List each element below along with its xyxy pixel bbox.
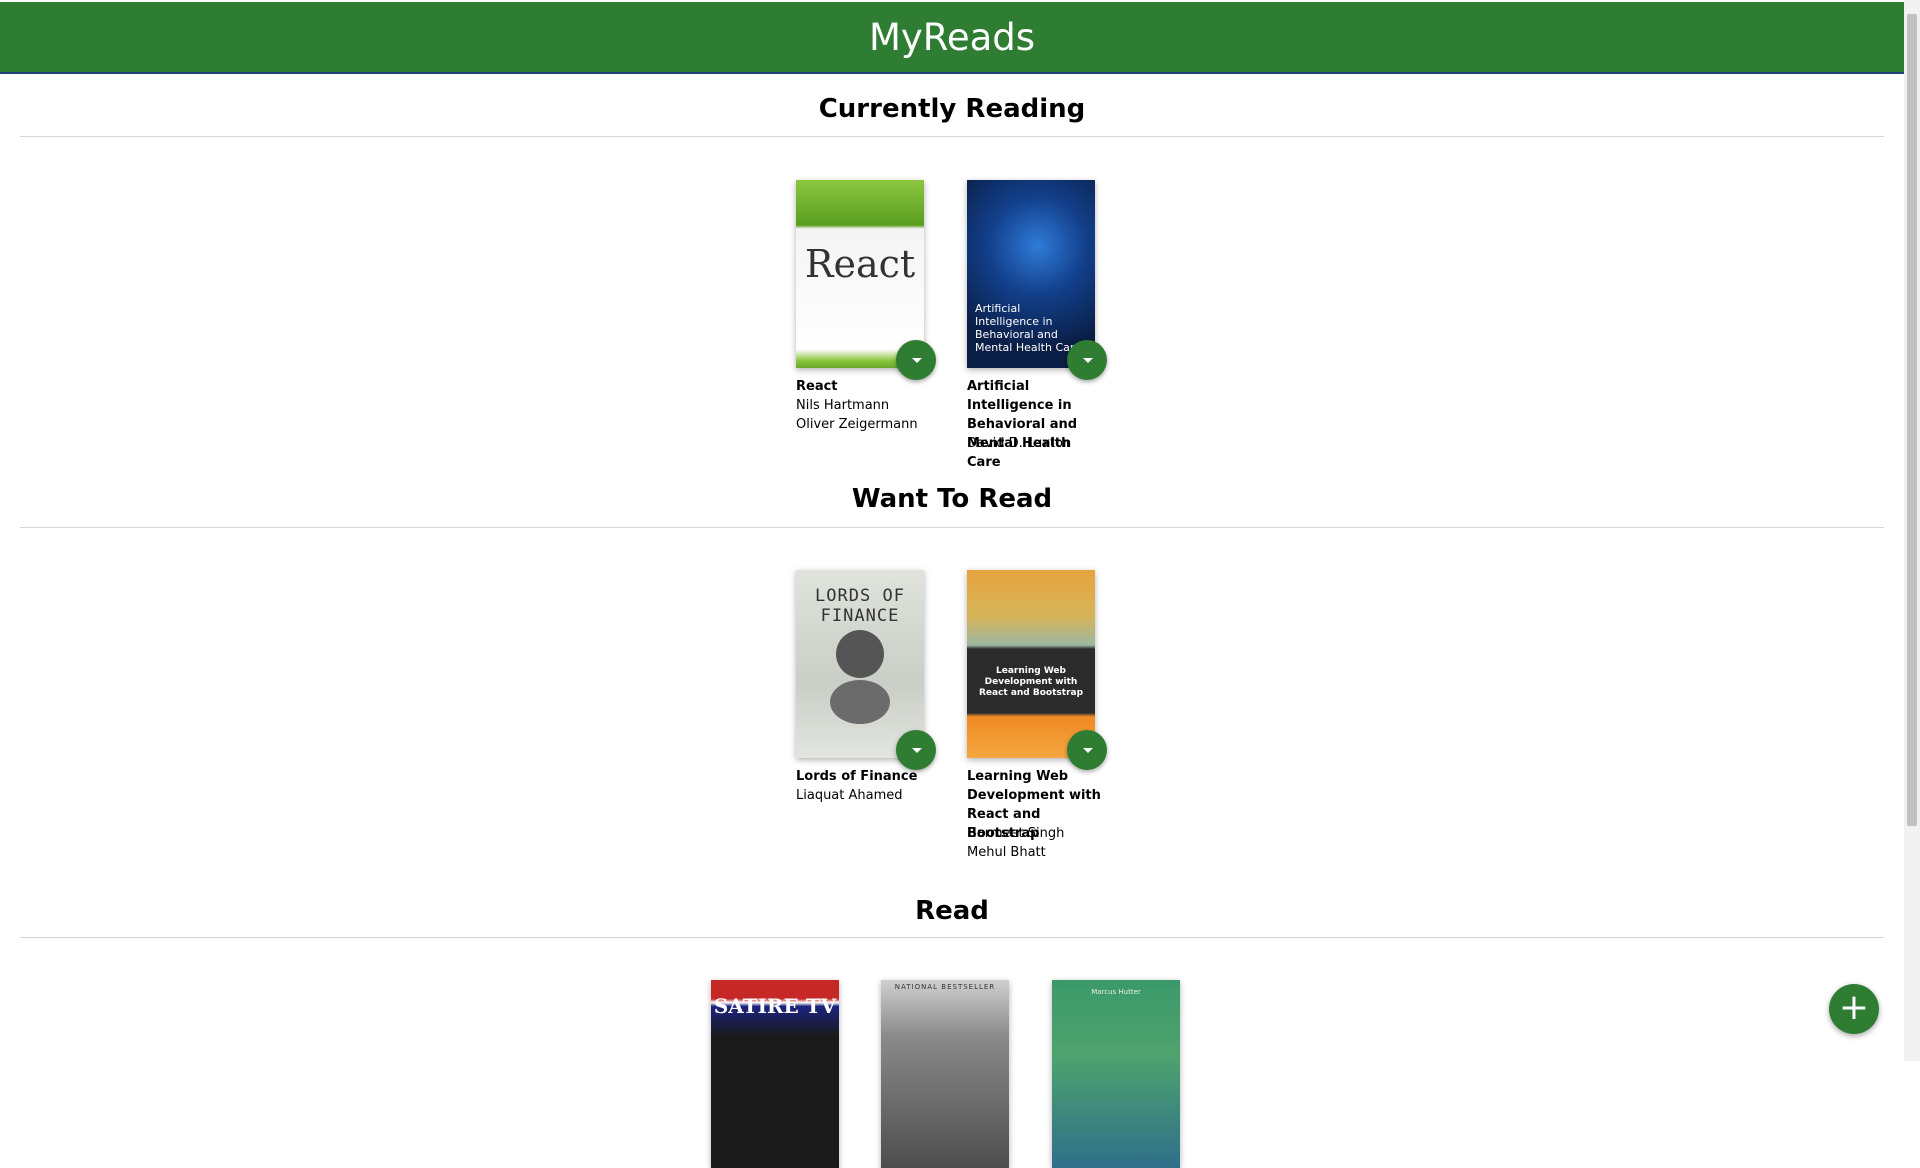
book-cover[interactable]: SATIRE TV <box>711 980 839 1168</box>
shelf-divider <box>20 136 1884 137</box>
shelf-title-want-to-read: Want To Read <box>851 484 1053 514</box>
shelf-title-read: Read <box>915 896 989 926</box>
book-title: Lords of Finance <box>796 769 918 784</box>
page-scrollbar[interactable] <box>1904 0 1920 1061</box>
book-title: React <box>796 379 838 394</box>
scrollbar-thumb[interactable] <box>1907 14 1917 826</box>
book-author: Oliver Zeigermann <box>796 417 918 432</box>
shelf-changer-button[interactable] <box>896 340 936 380</box>
book-cover[interactable]: Artificial Intelligence in Behavioral an… <box>967 180 1095 368</box>
shelf-changer-button[interactable] <box>896 730 936 770</box>
book-cover[interactable]: React <box>796 180 924 368</box>
book-author: Mehul Bhatt <box>967 845 1046 860</box>
shelf-divider <box>20 527 1884 528</box>
shelf-divider <box>20 937 1884 938</box>
book-cover[interactable]: NATIONAL BESTSELLER <box>881 980 1009 1168</box>
book-title: Artificial Intelligence in Behavioral an… <box>967 379 1078 470</box>
app-header: MyReads <box>0 2 1904 74</box>
shelf-changer-button[interactable] <box>1067 730 1107 770</box>
add-book-button[interactable]: + <box>1829 984 1879 1034</box>
book-author: David D. Luxton <box>967 436 1072 451</box>
cover-title-text: LORDS OF FINANCE <box>815 586 905 626</box>
cover-title-text: React <box>804 242 916 286</box>
app-title: MyReads <box>868 16 1036 59</box>
book-authors: Harmeet Singh Mehul Bhatt <box>967 824 1107 862</box>
book-cover[interactable]: Learning Web Development with React and … <box>967 570 1095 758</box>
cover-image <box>830 680 890 724</box>
book-author: Liaquat Ahamed <box>796 788 903 803</box>
cover-title-text: SATIRE TV <box>713 994 837 1018</box>
book-cover[interactable]: LORDS OF FINANCE <box>796 570 924 758</box>
cover-title-text: NATIONAL BESTSELLER <box>894 983 996 991</box>
book-authors: David D. Luxton <box>967 434 1107 453</box>
shelf-changer-button[interactable] <box>1067 340 1107 380</box>
book-authors: Liaquat Ahamed <box>796 786 936 805</box>
book-author: Harmeet Singh <box>967 826 1065 841</box>
book-authors: Nils Hartmann Oliver Zeigermann <box>796 396 936 434</box>
cover-image <box>836 630 884 678</box>
cover-title-text: Marcus Hutter <box>1091 988 1141 996</box>
book-cover[interactable]: Marcus Hutter <box>1052 980 1180 1168</box>
book-author: Nils Hartmann <box>796 398 890 413</box>
shelf-title-currently-reading: Currently Reading <box>818 94 1086 124</box>
cover-title-text: Learning Web Development with React and … <box>978 666 1084 698</box>
